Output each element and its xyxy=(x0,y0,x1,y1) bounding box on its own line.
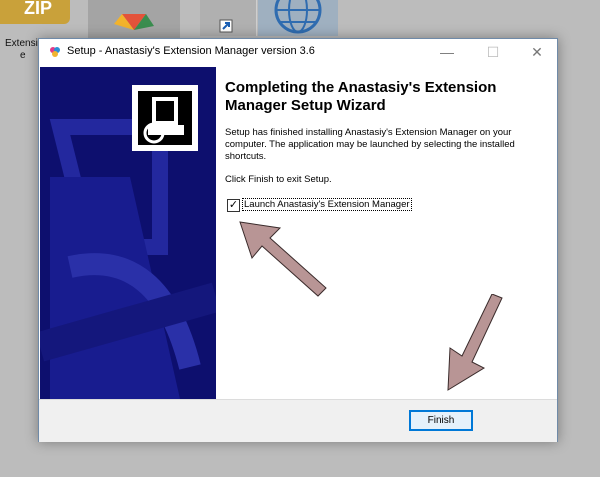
desktop-icon-label: Extensi xyxy=(5,38,38,49)
computer-disk-icon xyxy=(143,97,184,144)
annotation-arrow-icon xyxy=(447,294,503,391)
window-title: Setup - Anastasiy's Extension Manager ve… xyxy=(67,45,315,57)
annotation-arrow-icon xyxy=(239,221,327,297)
launch-checkbox-label[interactable]: Launch Anastasiy's Extension Manager xyxy=(242,198,412,211)
colorful-logo-icon xyxy=(114,14,154,30)
zip-icon-text: ZIP xyxy=(24,0,53,18)
zip-file-icon[interactable]: ZIP xyxy=(0,0,70,24)
app-shortcut-icon[interactable] xyxy=(88,0,180,38)
shortcut-icon[interactable] xyxy=(200,0,257,36)
minimize-button[interactable]: — xyxy=(425,39,469,66)
globe-icon[interactable] xyxy=(258,0,338,36)
globe-shape xyxy=(274,0,322,34)
desktop-icon-label-cont: e xyxy=(20,50,26,61)
app-icon xyxy=(50,47,60,57)
close-button[interactable]: ✕ xyxy=(515,39,559,66)
maximize-button: ☐ xyxy=(486,44,500,60)
shortcut-arrow-icon xyxy=(219,19,233,33)
dialog-footer: Finish xyxy=(39,399,557,442)
installer-logo xyxy=(132,85,198,151)
completion-message: Setup has finished installing Anastasiy'… xyxy=(225,127,515,162)
launch-checkbox[interactable]: ✓ xyxy=(227,199,240,212)
title-bar[interactable]: Setup - Anastasiy's Extension Manager ve… xyxy=(39,39,557,66)
wizard-side-banner xyxy=(40,67,216,399)
finish-button[interactable]: Finish xyxy=(409,410,473,431)
exit-instruction: Click Finish to exit Setup. xyxy=(225,174,332,185)
page-title: Completing the Anastasiy's Extension Man… xyxy=(225,79,497,114)
